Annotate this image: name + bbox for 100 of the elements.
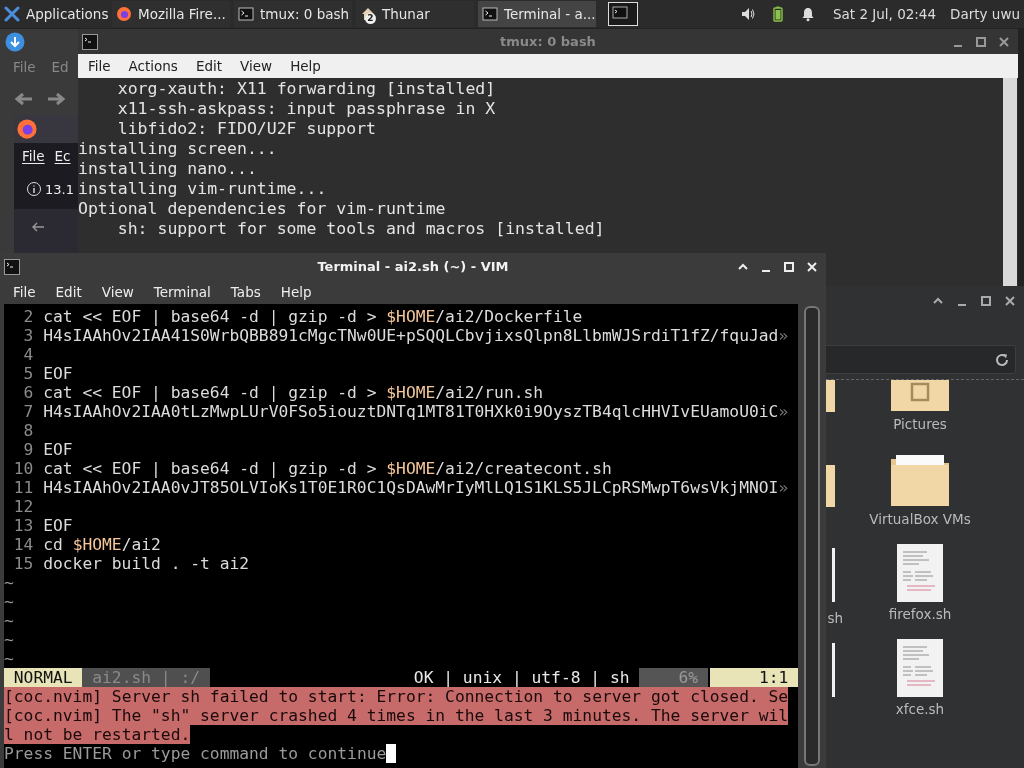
taskbar-button[interactable]: Terminal - a... <box>478 1 596 27</box>
menu-item[interactable]: Tabs <box>230 284 261 300</box>
menu-item[interactable]: File <box>13 284 36 300</box>
taskbar-button[interactable]: 2 Thunar <box>356 1 474 27</box>
x-logo-icon <box>4 6 20 22</box>
file-name[interactable]: xfce.sh <box>895 699 945 719</box>
line-number: 3 <box>22 326 34 345</box>
empty-line-marker: ~ <box>4 649 14 668</box>
user-name[interactable]: Darty uwu <box>950 6 1020 22</box>
file-name[interactable]: VirtualBox VMs <box>869 509 971 529</box>
menu-item[interactable]: Edit <box>55 284 82 300</box>
volume-icon[interactable] <box>739 6 756 22</box>
scrollbar[interactable] <box>804 306 820 766</box>
line-number: 6 <box>22 383 34 402</box>
maximize-button[interactable] <box>975 35 987 48</box>
info-icon <box>26 181 42 197</box>
menu-item[interactable]: File <box>22 148 45 164</box>
download-icon[interactable] <box>5 32 25 52</box>
code-line: EOF <box>43 440 73 459</box>
empty-line-marker: ~ <box>4 592 14 611</box>
terminal-line: libfido2: FIDO/U2F support <box>116 119 377 139</box>
terminal-line: x11-ssh-askpass: input passphrase in X <box>116 99 497 119</box>
file-name[interactable]: sh <box>827 610 843 626</box>
applications-menu[interactable]: Applications <box>0 1 108 27</box>
info-text: 13.1 <box>45 181 74 197</box>
code-line: H4sIAAhOv2IAA41S0WrbQBB891cMgcTNw0UE+pSQQLCbvjixsQlpn8LlbmWJSrdiT1fZ/fquJad <box>43 326 779 345</box>
prompt-text: Press ENTER or type command to continue <box>4 744 387 763</box>
status-file: ai2.sh | :/ <box>82 668 210 687</box>
error-message: l not be restarted. <box>4 725 191 744</box>
menu-item[interactable]: Ec <box>54 148 71 164</box>
cursor-position: 1:1 <box>709 668 799 687</box>
code-line: EOF <box>43 364 73 383</box>
line-number: 4 <box>22 345 34 364</box>
empty-line-marker: ~ <box>4 611 14 630</box>
code-line: cat << EOF | base64 -d | gzip -d > $HOME/ai2/run.sh <box>43 383 544 402</box>
empty-line-marker: ~ <box>4 573 14 592</box>
menu-item[interactable]: View <box>101 284 134 300</box>
taskbar-button[interactable]: tmux: 0 bash <box>234 1 352 27</box>
menu-item[interactable]: Help <box>280 284 312 300</box>
close-button[interactable] <box>998 35 1010 48</box>
terminal-line: installing vim-runtime... <box>78 179 328 199</box>
clock[interactable]: Sat 2 Jul, 02:44 <box>832 6 937 22</box>
file-name[interactable]: firefox.sh <box>888 604 952 624</box>
window-title: tmux: 0 bash <box>500 34 596 49</box>
terminal-icon <box>482 6 498 22</box>
fox-globe-icon <box>116 6 132 22</box>
line-number: 8 <box>22 421 34 440</box>
forward-arrow-icon[interactable] <box>45 91 67 107</box>
taskbar-button[interactable]: Mozilla Fire... <box>112 1 230 27</box>
code-line: H4sIAAhOv2IAA0vJT85OLVIoKs1T0E1R0C1QsDAwMrIyMlLQ1S1KLS5JLCpRSMwpT6wsVkjMNOI <box>43 478 779 497</box>
line-number: 10 <box>12 459 34 478</box>
line-number: 11 <box>12 478 34 497</box>
terminal-icon <box>82 33 98 50</box>
fox-globe-icon <box>16 118 38 140</box>
overflow-marker: » <box>778 402 789 421</box>
code-line: cd $HOME/ai2 <box>43 535 161 554</box>
line-number: 15 <box>12 554 34 573</box>
location-field[interactable] <box>826 345 1016 374</box>
line-number: 9 <box>22 440 34 459</box>
maximize-button[interactable] <box>980 295 992 307</box>
terminal-line: installing nano... <box>78 159 258 179</box>
menu-item[interactable]: Edit <box>195 58 223 74</box>
terminal-line: sh: support for some tools and macros [installed] <box>116 219 606 239</box>
line-number: 13 <box>12 516 34 535</box>
menu-item[interactable]: Help <box>290 58 321 74</box>
terminal-line: xorg-xauth: X11 forwarding [installed] <box>116 79 497 99</box>
line-number: 5 <box>22 364 34 383</box>
terminal-icon <box>4 258 20 275</box>
line-number: 12 <box>12 497 34 516</box>
code-line: H4sIAAhOv2IAA0tLzMwpLUrV0FSo5iouztDNTq1MT81T0HXk0i9OyszTB4qlcHHVIvEUamoU0iC <box>43 402 779 421</box>
code-line: cat << EOF | base64 -d | gzip -d > $HOME/ai2/Dockerfile <box>43 307 583 326</box>
error-message: [coc.nvim] Server sh failed to start: Error: Connection to server got closed. Se <box>4 687 789 706</box>
line-number: 14 <box>12 535 34 554</box>
scrollbar[interactable] <box>1003 78 1017 286</box>
menu-item[interactable]: Actions <box>128 58 178 74</box>
code-line: docker build . -t ai2 <box>43 554 250 573</box>
overflow-marker: » <box>778 326 789 345</box>
file-name[interactable]: Pictures <box>893 414 947 434</box>
menu-item[interactable]: File <box>88 58 111 74</box>
status-info: OK | unix | utf-8 | sh <box>412 668 631 687</box>
line-number: 7 <box>22 402 34 421</box>
terminal-line: Optional dependencies for vim-runtime <box>78 199 447 219</box>
workspace-switcher[interactable] <box>608 2 638 26</box>
window-title: Terminal - ai2.sh (~) - VIM <box>317 259 509 274</box>
back-arrow-icon[interactable] <box>13 91 35 107</box>
terminal-icon <box>238 6 254 22</box>
menu-item[interactable]: View <box>240 58 273 74</box>
count-badge: 2 <box>365 13 376 24</box>
close-button[interactable] <box>1004 295 1016 307</box>
empty-line-marker: ~ <box>4 630 14 649</box>
reload-icon[interactable] <box>994 351 1010 368</box>
menu-item[interactable]: Terminal <box>153 284 211 300</box>
text-cursor <box>386 744 397 763</box>
error-message: [coc.nvim] The "sh" server crashed 4 times in the last 3 minutes. The server wil <box>4 706 789 725</box>
mode-indicator: NORMAL <box>4 668 83 687</box>
status-percent: 6% <box>639 668 708 687</box>
terminal-line: installing screen... <box>78 139 278 159</box>
overflow-marker: » <box>778 478 789 497</box>
code-line: EOF <box>43 516 73 535</box>
line-number: 2 <box>22 307 34 326</box>
